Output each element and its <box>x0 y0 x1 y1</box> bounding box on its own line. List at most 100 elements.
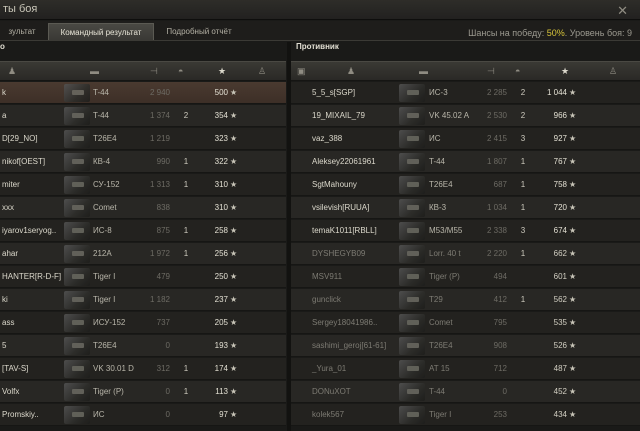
points-icon[interactable]: ★ <box>218 66 226 77</box>
tank-name: Tiger I <box>93 272 116 281</box>
tank-name: КВ-3 <box>429 203 447 212</box>
table-row[interactable]: HANTER[R-D-F] Tiger I 479 250 ★ <box>0 266 286 288</box>
tank-image-icon <box>64 153 90 171</box>
tank-image-icon <box>64 130 90 148</box>
tab-detailed-report[interactable]: Подробный отчёт <box>158 23 240 40</box>
star-icon: ★ <box>569 88 577 97</box>
player-icon[interactable]: ♟ <box>8 66 16 77</box>
squad-icon[interactable]: ♙ <box>609 66 617 77</box>
table-row[interactable]: ki Tiger I 1 182 237 ★ <box>0 289 286 311</box>
points-value: 487 <box>553 364 567 373</box>
kills-value: 2 <box>520 111 526 120</box>
star-icon: ★ <box>569 111 577 120</box>
damage-value: 2 530 <box>486 111 507 120</box>
player-name: temaK1011[RBLL] <box>312 226 377 235</box>
points-value: 601 <box>553 272 567 281</box>
table-row[interactable]: vsilevish[RUUA] КВ-3 1 034 1 720 ★ <box>291 197 640 219</box>
damage-value: 2 285 <box>486 88 507 97</box>
points-value: 758 <box>553 180 567 189</box>
tank-icon[interactable]: ▬ <box>419 66 428 76</box>
table-row[interactable]: kolek567 Tiger I 253 434 ★ <box>291 404 640 426</box>
tank-image-icon <box>64 383 90 401</box>
player-name: xxx <box>2 203 14 212</box>
table-row[interactable]: xxx Comet 838 310 ★ <box>0 197 286 219</box>
table-row[interactable]: D[29_NO] T26E4 1 219 323 ★ <box>0 128 286 150</box>
tank-name: VK 45.02 A <box>429 111 470 120</box>
table-row[interactable]: [TAV-S] VK 30.01 D 312 1 174 ★ <box>0 358 286 380</box>
tab-team-result[interactable]: Командный результат <box>48 23 154 40</box>
table-row[interactable]: MSV911 Tiger (P) 494 601 ★ <box>291 266 640 288</box>
tank-image-icon <box>64 291 90 309</box>
right-column-header: ▣ ♟ ▬ ⊣ ◓ ★ ♙ <box>291 61 640 81</box>
table-row[interactable]: _Yura_01 AT 15 712 487 ★ <box>291 358 640 380</box>
player-name: Aleksey22061961 <box>312 157 376 166</box>
right-team-title: Противник <box>296 42 339 51</box>
player-name: [TAV-S] <box>2 364 29 373</box>
vehicle-type-icon[interactable]: ▣ <box>297 66 306 77</box>
star-icon: ★ <box>569 134 577 143</box>
table-row[interactable]: Aleksey22061961 T-44 1 807 1 767 ★ <box>291 151 640 173</box>
tank-name: AT 15 <box>429 364 450 373</box>
table-row[interactable]: a T-44 1 374 2 354 ★ <box>0 105 286 127</box>
tank-image-icon <box>399 176 425 194</box>
table-row[interactable]: ass ИСУ-152 737 205 ★ <box>0 312 286 334</box>
damage-icon[interactable]: ⊣ <box>150 66 158 77</box>
tank-name: T-44 <box>429 157 446 166</box>
player-name: D[29_NO] <box>2 134 38 143</box>
table-row[interactable]: 5 T26E4 0 193 ★ <box>0 335 286 357</box>
table-row[interactable]: 19_MIXAIL_79 VK 45.02 A 2 530 2 966 ★ <box>291 105 640 127</box>
player-name: miter <box>2 180 20 189</box>
table-row[interactable]: 5_5_s[SGP] ИС-3 2 285 2 1 044 ★ <box>291 82 640 104</box>
table-row[interactable]: iyarov1seryog.. ИС-8 875 1 258 ★ <box>0 220 286 242</box>
tank-image-icon <box>399 245 425 263</box>
tank-name: T26E4 <box>429 180 453 189</box>
table-row[interactable]: Volfx Tiger (P) 0 1 113 ★ <box>0 381 286 403</box>
player-name: nikof[OEST] <box>2 157 46 166</box>
table-row[interactable]: nikof[OEST] КВ-4 990 1 322 ★ <box>0 151 286 173</box>
tank-image-icon <box>399 337 425 355</box>
table-row[interactable]: ahar 212А 1 972 1 256 ★ <box>0 243 286 265</box>
table-row[interactable]: k T-44 2 940 500 ★ <box>0 82 286 104</box>
points-value: 434 <box>553 410 567 419</box>
tab-personal-result[interactable]: зультат <box>0 23 44 40</box>
damage-value: 2 940 <box>149 88 170 97</box>
squad-icon[interactable]: ♙ <box>258 66 266 77</box>
damage-value: 1 219 <box>149 134 170 143</box>
points-value: 674 <box>553 226 567 235</box>
table-row[interactable]: SgtMahouny T26E4 687 1 758 ★ <box>291 174 640 196</box>
table-row[interactable]: DYSHEGYB09 Lorr. 40 t 2 220 1 662 ★ <box>291 243 640 265</box>
table-row[interactable]: miter СУ-152 1 313 1 310 ★ <box>0 174 286 196</box>
player-name: Volfx <box>2 387 20 396</box>
kills-icon[interactable]: ◓ <box>515 66 520 76</box>
damage-icon[interactable]: ⊣ <box>487 66 495 77</box>
points-value: 310 <box>214 180 228 189</box>
player-name: ki <box>2 295 8 304</box>
table-row[interactable]: sashimi_geroj[61-61] T26E4 908 526 ★ <box>291 335 640 357</box>
table-row[interactable]: DONuXOT T-44 0 452 ★ <box>291 381 640 403</box>
star-icon: ★ <box>569 272 577 281</box>
table-row[interactable]: Promskiy.. ИС 0 97 ★ <box>0 404 286 426</box>
table-row[interactable]: vaz_388 ИС 2 415 3 927 ★ <box>291 128 640 150</box>
points-value: 526 <box>553 341 567 350</box>
tank-icon[interactable]: ▬ <box>90 66 99 76</box>
player-icon[interactable]: ♟ <box>347 66 355 77</box>
tank-name: ИС <box>429 134 441 143</box>
points-icon[interactable]: ★ <box>561 66 569 77</box>
tank-name: ИС-3 <box>429 88 448 97</box>
star-icon: ★ <box>230 111 238 120</box>
kills-icon[interactable]: ◓ <box>178 66 183 76</box>
damage-value: 2 415 <box>486 134 507 143</box>
tank-image-icon <box>399 130 425 148</box>
table-row[interactable]: temaK1011[RBLL] M53/M55 2 338 3 674 ★ <box>291 220 640 242</box>
tank-image-icon <box>64 406 90 424</box>
table-row[interactable]: Sergey18041986.. Comet 795 535 ★ <box>291 312 640 334</box>
player-name: HANTER[R-D-F] <box>2 272 62 281</box>
damage-value: 712 <box>493 364 507 373</box>
close-icon[interactable]: ✕ <box>617 3 628 19</box>
tab-bar: зультат Командный результат Подробный от… <box>0 21 640 41</box>
table-row[interactable]: gunclick T29 412 1 562 ★ <box>291 289 640 311</box>
points-value: 662 <box>553 249 567 258</box>
star-icon: ★ <box>569 410 577 419</box>
star-icon: ★ <box>230 88 238 97</box>
kills-value: 1 <box>520 295 526 304</box>
